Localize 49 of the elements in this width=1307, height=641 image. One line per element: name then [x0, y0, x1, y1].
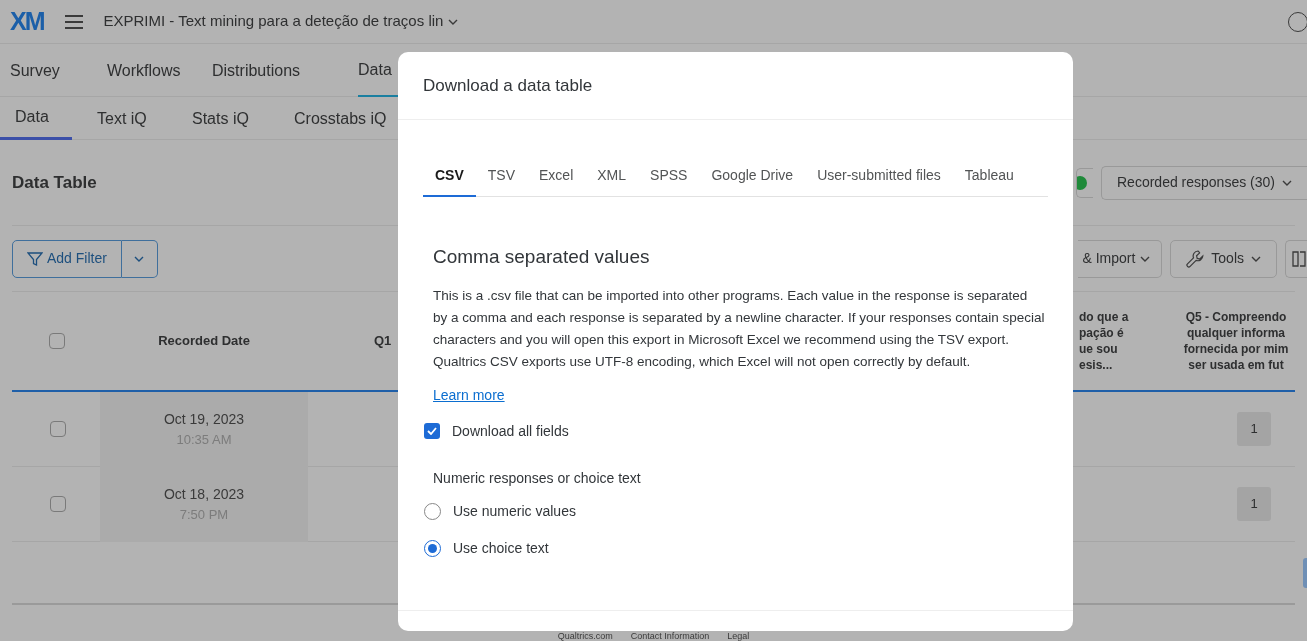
sub-tab[interactable]: Text iQ [97, 97, 147, 140]
sub-tab[interactable]: Crosstabs iQ [294, 97, 387, 140]
description-text: This is a .csv file that can be imported into other programs. Each value in the response is separated by a comma and each response is separated by a newline character. If your responses contain special characters and you will open this export in Microsoft Excel we recommend using the TSV export. Qualtrics CSV exports use UTF-8 encoding, which Excel will not open correctly by default. [433, 286, 1045, 371]
table-cell: 1 [1237, 412, 1271, 446]
format-tab[interactable]: CSV [423, 155, 476, 197]
table-cell: 1 [1237, 487, 1271, 521]
format-tab[interactable]: User-submitted files [805, 155, 953, 196]
column-header[interactable]: Q5 - Compreendo qualquer informa fornecida por mim ser usada em fut [1165, 309, 1307, 373]
sub-tab[interactable]: Stats iQ [192, 97, 249, 140]
format-tab[interactable]: TSV [475, 155, 528, 196]
footer-link[interactable]: Contact Information [630, 631, 710, 641]
page-title: Data Table [12, 171, 97, 194]
columns-icon [1292, 250, 1306, 267]
survey-title[interactable]: EXPRIMI - Text mining para a deteção de traços lin [103, 10, 444, 33]
format-tab[interactable]: XML [585, 155, 639, 196]
format-tab[interactable]: SPSS [638, 155, 700, 196]
dialog-title: Download a data table [423, 74, 593, 97]
group-label: Numeric responses or choice text [433, 468, 642, 488]
add-filter-button[interactable]: Add Filter [12, 239, 122, 278]
filter-icon [27, 250, 43, 267]
partial-button[interactable] [1303, 557, 1307, 588]
tools-button[interactable]: Tools [1170, 239, 1277, 278]
nav-tab[interactable]: Distributions [212, 44, 301, 97]
format-tab[interactable]: Tableau [952, 155, 1026, 196]
section-heading: Comma separated values [433, 245, 651, 269]
nav-tab[interactable]: Survey [10, 44, 60, 97]
radio-label: Use numeric values [453, 501, 576, 521]
column-header[interactable]: Recorded Date [100, 331, 308, 351]
footer-link[interactable]: Qualtrics.com [557, 631, 613, 641]
select-all-checkbox[interactable] [49, 333, 65, 349]
wrench-icon [1185, 248, 1206, 269]
column-header[interactable]: do que a pação é ue sou esis... [1079, 309, 1165, 373]
footer-link[interactable]: Legal [727, 631, 750, 641]
responses-dropdown[interactable]: Recorded responses (30) [1101, 165, 1307, 200]
sub-tab[interactable]: Data [0, 97, 72, 140]
row-checkbox[interactable] [50, 421, 66, 437]
learn-more-link[interactable]: Learn more [433, 384, 505, 406]
import-button[interactable]: & Import [1078, 239, 1163, 278]
checkmark-icon [427, 427, 437, 435]
row-checkbox[interactable] [50, 496, 66, 512]
filter-dropdown-button[interactable] [121, 239, 158, 278]
radio-label: Use choice text [453, 538, 549, 558]
status-badge-icon [1077, 175, 1087, 190]
download-all-checkbox[interactable] [424, 423, 440, 439]
checkbox-label: Download all fields [452, 421, 569, 441]
menu-icon [63, 13, 84, 30]
nav-tab[interactable]: Workflows [107, 44, 181, 97]
format-tab[interactable]: Google Drive [699, 155, 806, 196]
format-tab[interactable]: Excel [527, 155, 586, 196]
